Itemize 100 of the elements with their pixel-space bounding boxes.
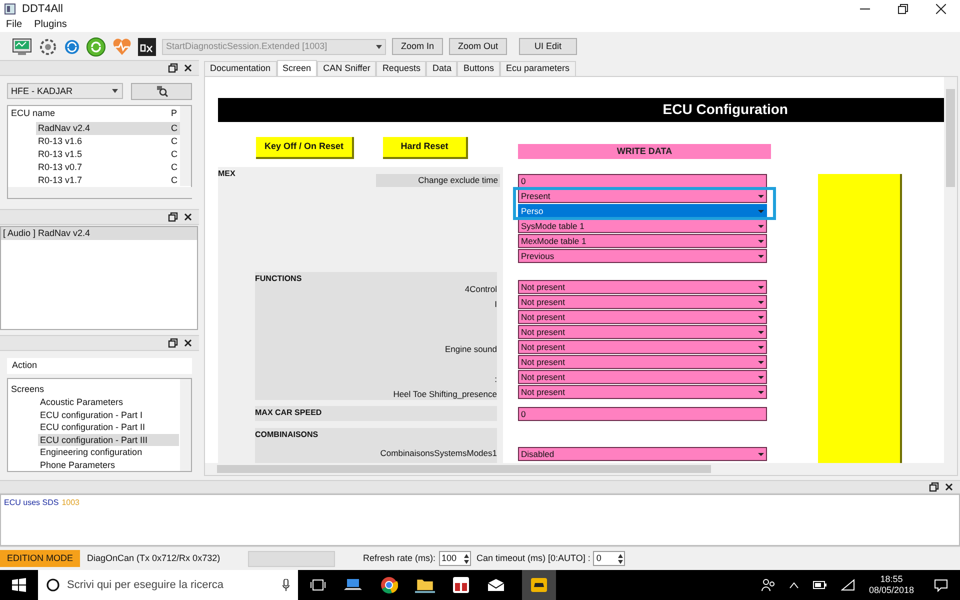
table-row[interactable]: R0-13 v1.5 C bbox=[36, 148, 183, 161]
hex-icon[interactable] bbox=[138, 38, 156, 56]
action-field[interactable]: Action bbox=[7, 358, 192, 374]
spin-arrows-icon[interactable] bbox=[617, 552, 624, 565]
tab[interactable]: Documentation bbox=[204, 60, 277, 76]
tab[interactable]: CAN Sniffer bbox=[317, 60, 376, 76]
combo-box[interactable]: MexMode table 1 bbox=[518, 234, 767, 248]
tree-item[interactable]: Acoustic Parameters bbox=[38, 396, 179, 409]
spin-box[interactable]: 100 bbox=[438, 551, 471, 566]
combo-box[interactable]: Not present bbox=[518, 310, 767, 324]
reset-button[interactable]: Key Off / On Reset bbox=[256, 136, 354, 159]
table-cell-text: R0-13 v1.7 bbox=[37, 174, 84, 187]
field-label: Heel Toe Shifting_presence bbox=[392, 388, 497, 401]
section-title: COMBINAISONS bbox=[255, 428, 320, 441]
table-row[interactable]: R0-13 v1.7 C bbox=[36, 174, 183, 187]
scrollbar-thumb[interactable] bbox=[217, 464, 711, 473]
chevron-up-icon[interactable] bbox=[788, 581, 799, 589]
tree-item[interactable]: ECU configuration - Part II bbox=[38, 421, 179, 434]
close-icon[interactable] bbox=[183, 338, 193, 348]
task-view-icon[interactable] bbox=[310, 578, 326, 592]
text-field[interactable]: 0 bbox=[518, 406, 767, 421]
column-header[interactable]: ECU name bbox=[11, 107, 171, 121]
search-icon bbox=[156, 85, 168, 98]
protocol-label: DiagOnCan (Tx 0x712/Rx 0x732) bbox=[87, 552, 222, 565]
people-icon[interactable] bbox=[760, 578, 775, 592]
clock-time[interactable]: 18:55 bbox=[880, 574, 903, 585]
scrollbar[interactable] bbox=[205, 462, 957, 475]
tab[interactable]: Buttons bbox=[457, 60, 500, 76]
notification-icon[interactable] bbox=[934, 578, 948, 592]
search-button[interactable] bbox=[131, 82, 192, 100]
spin-box[interactable]: 0 bbox=[593, 551, 626, 566]
tab[interactable]: Screen bbox=[276, 60, 318, 76]
table-row[interactable]: R0-13 v0.7 C bbox=[36, 160, 183, 174]
caret-icon bbox=[111, 87, 119, 96]
log-message: ECU uses SDS bbox=[4, 497, 59, 510]
gear-icon[interactable] bbox=[38, 36, 58, 57]
float-icon[interactable] bbox=[168, 338, 178, 348]
float-icon[interactable] bbox=[168, 212, 178, 222]
close-icon[interactable] bbox=[183, 212, 193, 222]
menu-item[interactable]: Plugins bbox=[34, 17, 67, 32]
combo-box[interactable]: Previous bbox=[518, 248, 767, 263]
taskbar-app-button[interactable] bbox=[522, 570, 556, 600]
vehicle-dropdown[interactable]: HFE - KADJAR bbox=[7, 83, 123, 100]
envelope-icon[interactable] bbox=[487, 578, 505, 592]
close-icon[interactable] bbox=[944, 482, 954, 492]
column-header[interactable]: P bbox=[171, 107, 178, 121]
gift-icon[interactable] bbox=[452, 576, 470, 594]
tree-item[interactable]: ECU configuration - Part I bbox=[38, 408, 179, 422]
wifi-icon[interactable] bbox=[840, 579, 855, 591]
close-icon[interactable] bbox=[183, 62, 193, 73]
table-cell-text: C bbox=[171, 174, 178, 187]
scrollbar[interactable] bbox=[944, 76, 957, 463]
combo-box[interactable]: Not present bbox=[518, 340, 767, 354]
refresh-icon[interactable] bbox=[64, 38, 80, 55]
float-icon[interactable] bbox=[168, 62, 178, 73]
circle-icon bbox=[46, 578, 60, 592]
combo-box[interactable]: Not present bbox=[518, 324, 767, 339]
scrollbar-thumb[interactable] bbox=[946, 88, 955, 187]
tab[interactable]: Ecu parameters bbox=[500, 60, 576, 76]
monitor-icon[interactable] bbox=[12, 38, 32, 56]
windows-logo-icon[interactable] bbox=[12, 578, 26, 592]
toolbar-button[interactable]: Zoom In bbox=[392, 38, 444, 56]
sync-icon[interactable] bbox=[86, 36, 106, 57]
combo-box[interactable]: Not present bbox=[518, 280, 767, 294]
maximize-icon[interactable] bbox=[898, 4, 908, 14]
reset-button[interactable]: Hard Reset bbox=[383, 136, 468, 159]
battery-icon[interactable] bbox=[812, 580, 827, 590]
combo-box[interactable]: Not present bbox=[518, 294, 767, 309]
scrollbar[interactable] bbox=[8, 186, 192, 198]
close-icon[interactable] bbox=[936, 4, 946, 14]
tab[interactable]: Data bbox=[426, 60, 458, 76]
combo-box[interactable]: Not present bbox=[518, 354, 767, 369]
combo-box[interactable]: Disabled bbox=[518, 446, 767, 461]
menu-item[interactable]: File bbox=[6, 17, 22, 32]
table-row[interactable]: R0-13 v1.6 C bbox=[36, 134, 183, 148]
table-row[interactable]: RadNav v2.4 C bbox=[36, 122, 183, 135]
float-icon[interactable] bbox=[929, 482, 939, 492]
tree-item[interactable]: ECU configuration - Part III bbox=[38, 434, 179, 446]
search-field[interactable]: Scrivi qui per eseguire la ricerca bbox=[38, 570, 298, 600]
combo-box[interactable]: Not present bbox=[518, 384, 767, 399]
spin-arrows-icon[interactable] bbox=[462, 552, 470, 565]
tree-node[interactable]: Screens bbox=[11, 382, 44, 396]
write-data-bar: WRITE DATA bbox=[518, 144, 771, 159]
tree-item[interactable]: Phone Parameters bbox=[38, 458, 179, 472]
browser-icon[interactable] bbox=[380, 576, 398, 594]
text-field[interactable]: 0 bbox=[518, 174, 767, 188]
scrollbar[interactable] bbox=[180, 106, 191, 186]
clock-date[interactable]: 08/05/2018 bbox=[868, 585, 914, 596]
tab[interactable]: Requests bbox=[376, 60, 426, 76]
toolbar-button[interactable]: Zoom Out bbox=[449, 38, 508, 56]
tree-item[interactable]: Engineering configuration bbox=[38, 446, 179, 459]
list-item[interactable]: [ Audio ] RadNav v2.4 bbox=[1, 226, 197, 240]
laptop-icon[interactable] bbox=[343, 577, 363, 593]
combo-box[interactable]: Not present bbox=[518, 370, 767, 384]
toolbar-button[interactable]: UI Edit bbox=[519, 38, 578, 56]
folder-icon[interactable] bbox=[415, 577, 435, 593]
table-cell-text: RadNav v2.4 bbox=[37, 122, 92, 135]
screen-title: ECU Configuration bbox=[662, 100, 788, 120]
combo-box[interactable]: Perso bbox=[518, 204, 767, 218]
scrollbar[interactable] bbox=[180, 378, 191, 471]
